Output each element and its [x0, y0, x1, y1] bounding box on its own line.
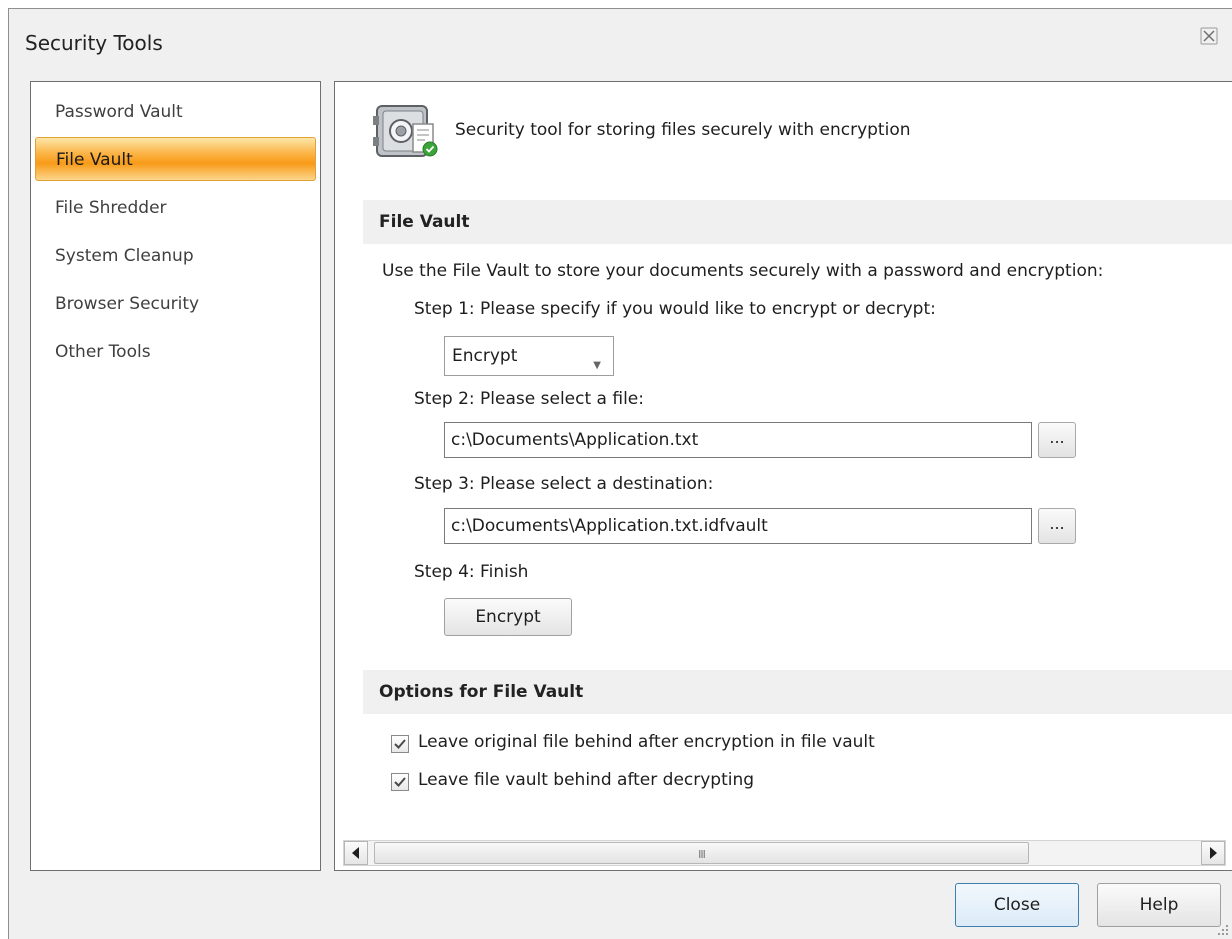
keep-vault-label: Leave file vault behind after decrypting	[418, 770, 755, 790]
encrypt-button[interactable]: Encrypt	[444, 598, 572, 636]
sidebar-item-system-cleanup[interactable]: System Cleanup	[35, 234, 316, 278]
arrow-left-icon	[352, 847, 359, 859]
resize-grip-icon[interactable]	[1216, 923, 1230, 937]
checkmark-icon	[394, 739, 406, 749]
title-bar: Security Tools	[9, 9, 1232, 75]
scroll-grip: III	[698, 848, 706, 861]
scroll-right-button[interactable]	[1201, 841, 1225, 865]
horizontal-scrollbar[interactable]: III	[343, 840, 1226, 866]
keep-original-checkbox[interactable]	[391, 735, 409, 753]
step4-label: Step 4: Finish	[414, 562, 529, 582]
vault-icon	[373, 105, 438, 157]
step2-label: Step 2: Please select a file:	[414, 389, 644, 409]
destination-path-input[interactable]: c:\Documents\Application.txt.idfvault	[444, 508, 1032, 544]
step3-label: Step 3: Please select a destination:	[414, 474, 714, 494]
sidebar-item-file-shredder[interactable]: File Shredder	[35, 186, 316, 230]
scroll-left-button[interactable]	[344, 841, 368, 865]
options-section-title: Options for File Vault	[363, 670, 1232, 714]
arrow-right-icon	[1210, 847, 1217, 859]
security-tools-window: Security Tools Password Vault File Vault…	[8, 8, 1232, 939]
intro-text: Use the File Vault to store your documen…	[382, 261, 1104, 281]
sidebar-item-password-vault[interactable]: Password Vault	[35, 90, 316, 134]
mode-select[interactable]: Encrypt ▼	[444, 336, 614, 376]
file-vault-section-title: File Vault	[363, 200, 1232, 244]
scroll-thumb[interactable]: III	[374, 842, 1029, 864]
checkmark-icon	[394, 777, 406, 787]
chevron-down-icon: ▼	[593, 360, 601, 371]
sidebar-nav: Password Vault File Vault File Shredder …	[30, 81, 321, 871]
sidebar-item-file-vault[interactable]: File Vault	[35, 137, 316, 181]
file-path-input[interactable]: c:\Documents\Application.txt	[444, 422, 1032, 458]
mode-select-value: Encrypt	[452, 346, 518, 366]
sidebar-item-browser-security[interactable]: Browser Security	[35, 282, 316, 326]
step1-label: Step 1: Please specify if you would like…	[414, 299, 936, 319]
main-panel: Security tool for storing files securely…	[334, 81, 1232, 871]
tool-description: Security tool for storing files securely…	[455, 120, 911, 140]
keep-original-label: Leave original file behind after encrypt…	[418, 732, 875, 752]
window-title: Security Tools	[25, 31, 163, 55]
close-button[interactable]: Close	[955, 883, 1079, 927]
browse-destination-button[interactable]: ...	[1038, 508, 1076, 544]
keep-vault-checkbox[interactable]	[391, 773, 409, 791]
close-window-icon[interactable]	[1200, 27, 1218, 45]
help-button[interactable]: Help	[1097, 883, 1221, 927]
sidebar-item-other-tools[interactable]: Other Tools	[35, 330, 316, 374]
browse-file-button[interactable]: ...	[1038, 422, 1076, 458]
